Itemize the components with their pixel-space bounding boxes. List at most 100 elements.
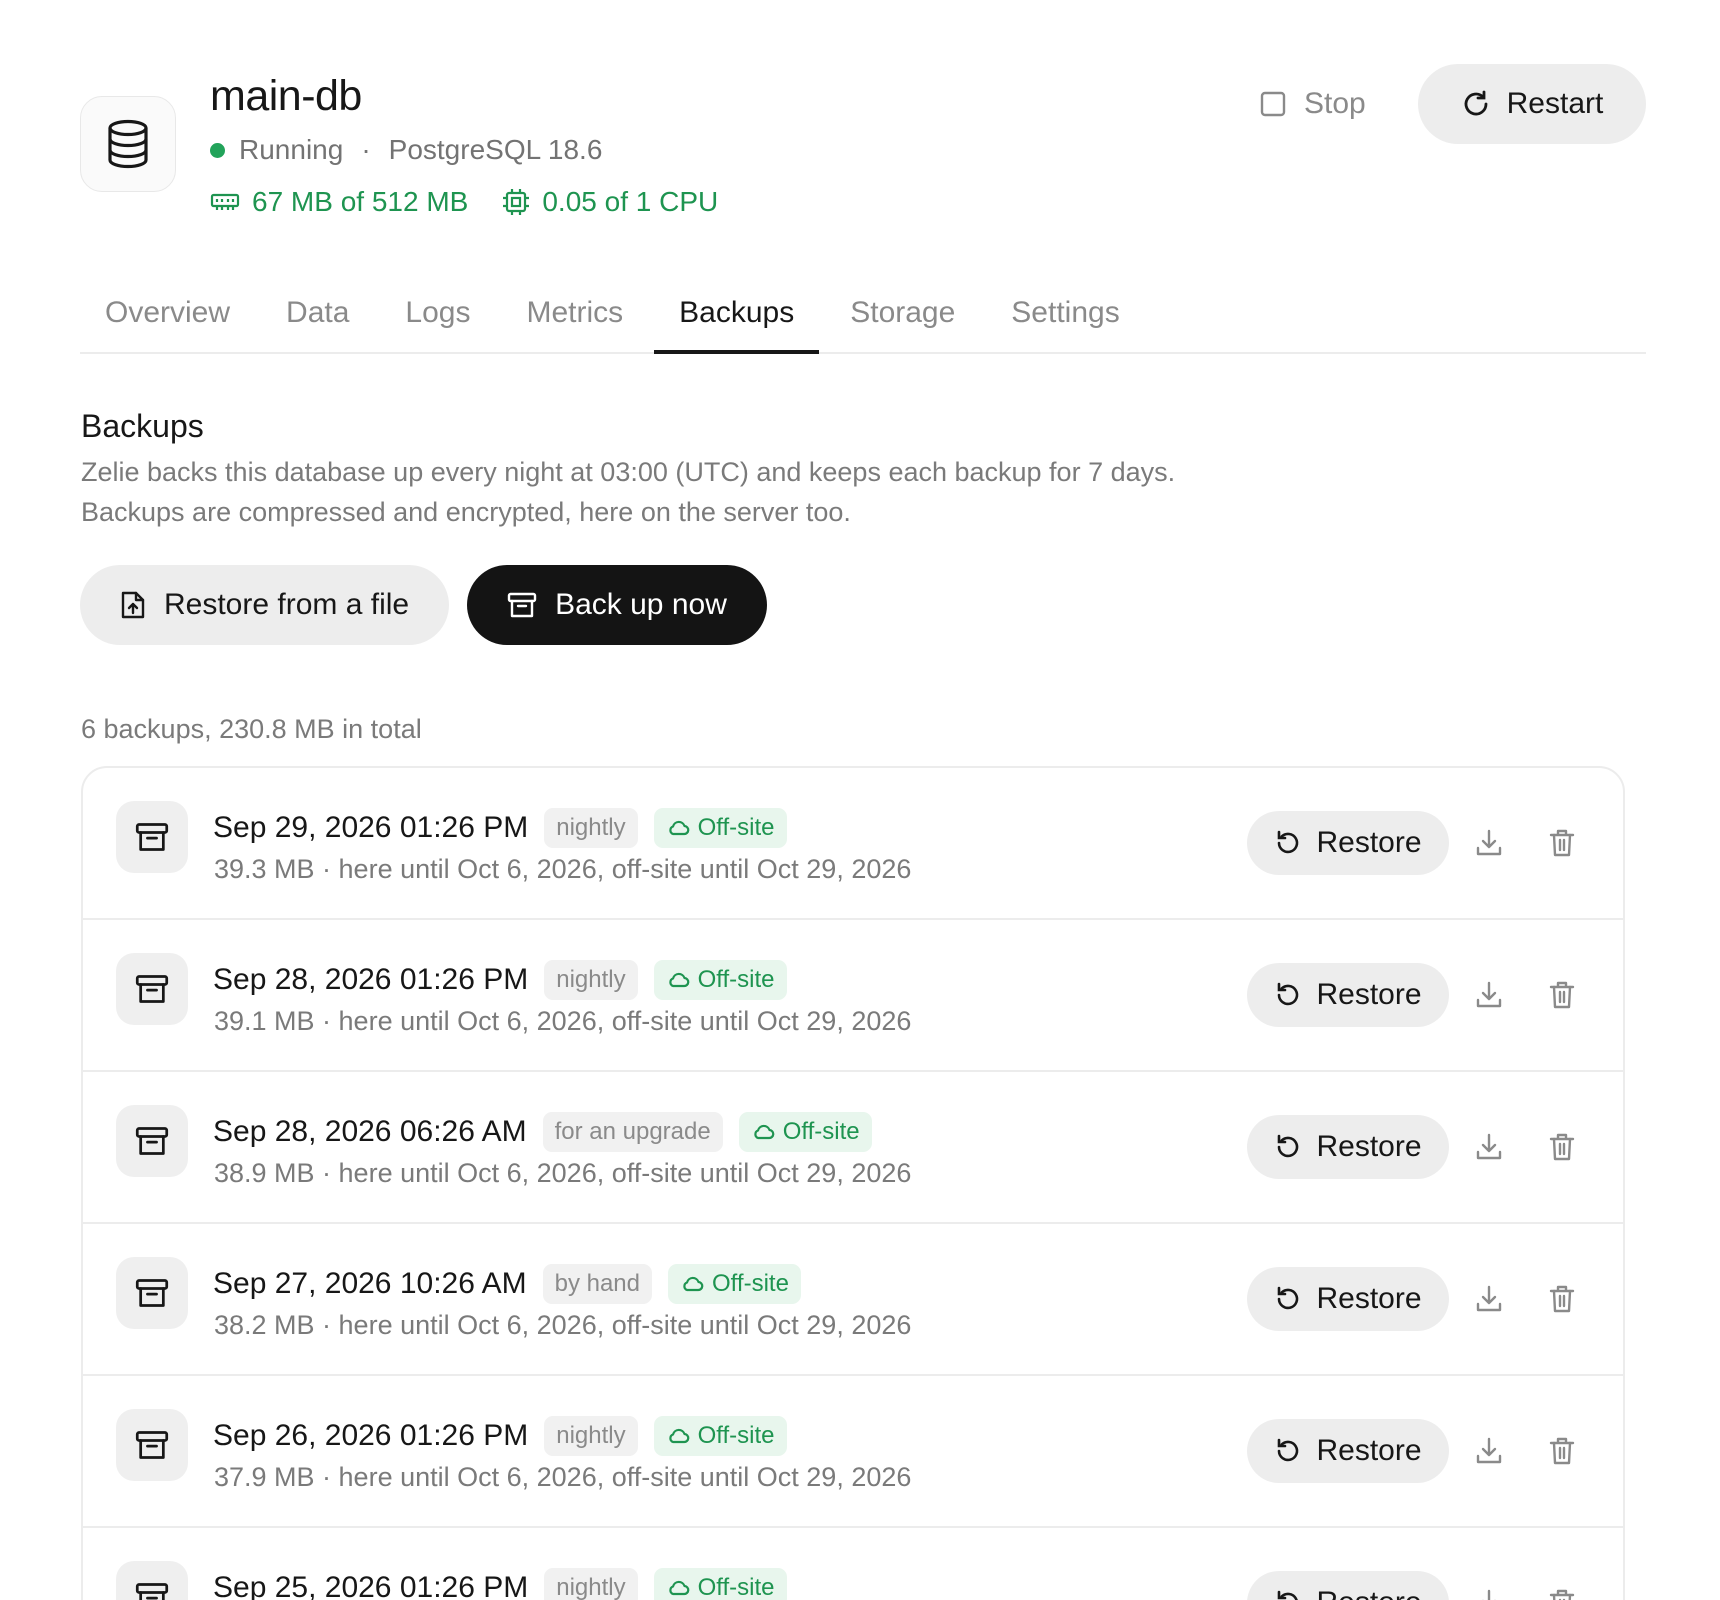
backup-row: Sep 28, 2026 06:26 AM for an upgrade Off… xyxy=(83,1072,1623,1224)
archive-box-icon xyxy=(116,1409,188,1481)
backup-timestamp: Sep 27, 2026 10:26 AM xyxy=(213,1267,527,1300)
download-icon xyxy=(1474,1588,1504,1600)
stop-square-icon xyxy=(1260,91,1286,117)
backup-row: Sep 28, 2026 01:26 PM nightly Off-site 3… xyxy=(83,920,1623,1072)
backup-row: Sep 29, 2026 01:26 PM nightly Off-site 3… xyxy=(83,768,1623,920)
download-icon xyxy=(1474,1284,1504,1317)
undo-icon xyxy=(1274,1133,1302,1161)
archive-box-icon xyxy=(116,801,188,873)
offsite-badge: Off-site xyxy=(653,1416,787,1456)
restore-label: Restore xyxy=(1316,1130,1422,1163)
tab-storage[interactable]: Storage xyxy=(825,282,980,352)
backup-kind-badge: for an upgrade xyxy=(542,1112,723,1152)
download-button[interactable] xyxy=(1465,1428,1513,1476)
archive-box-icon xyxy=(116,1561,188,1600)
trash-icon xyxy=(1548,1284,1576,1317)
backup-list: Sep 29, 2026 01:26 PM nightly Off-site 3… xyxy=(81,766,1625,1600)
backup-details: 38.9 MB · here until Oct 6, 2026, off-si… xyxy=(214,1158,912,1188)
backup-row: Sep 27, 2026 10:26 AM by hand Off-site 3… xyxy=(83,1224,1623,1376)
cloud-icon xyxy=(680,1275,704,1293)
undo-icon xyxy=(1274,981,1302,1009)
restore-button[interactable]: Restore xyxy=(1247,811,1449,875)
restore-button[interactable]: Restore xyxy=(1247,1571,1449,1600)
tab-overview[interactable]: Overview xyxy=(80,282,255,352)
backup-kind-badge: nightly xyxy=(544,808,638,848)
engine-version: PostgreSQL 18.6 xyxy=(388,134,603,165)
offsite-label: Off-site xyxy=(697,1574,775,1600)
offsite-label: Off-site xyxy=(697,814,775,841)
memory-usage: 67 MB of 512 MB xyxy=(252,186,469,217)
restore-button[interactable]: Restore xyxy=(1247,963,1449,1027)
backup-kind-badge: nightly xyxy=(544,1568,638,1600)
download-icon xyxy=(1474,980,1504,1013)
download-button[interactable] xyxy=(1465,1276,1513,1324)
delete-button[interactable] xyxy=(1538,1428,1586,1476)
download-button[interactable] xyxy=(1465,1124,1513,1172)
undo-icon xyxy=(1274,1589,1302,1600)
restore-button[interactable]: Restore xyxy=(1247,1115,1449,1179)
resource-usage: 67 MB of 512 MB 0.05 of 1 CPU xyxy=(210,186,718,218)
restore-label: Restore xyxy=(1316,1586,1421,1600)
memory-chip-icon xyxy=(210,191,240,213)
tab-data[interactable]: Data xyxy=(261,282,374,352)
restore-button[interactable]: Restore xyxy=(1247,1267,1449,1331)
delete-button[interactable] xyxy=(1538,1276,1586,1324)
backups-summary: 6 backups, 230.8 MB in total xyxy=(81,714,422,744)
delete-button[interactable] xyxy=(1538,1580,1586,1600)
backup-timestamp: Sep 26, 2026 01:26 PM xyxy=(213,1419,529,1452)
delete-button[interactable] xyxy=(1538,820,1586,868)
archive-box-icon xyxy=(116,953,188,1025)
restore-button[interactable]: Restore xyxy=(1247,1419,1449,1483)
backup-details: 39.3 MB · here until Oct 6, 2026, off-si… xyxy=(214,854,912,884)
backup-timestamp: Sep 29, 2026 01:26 PM xyxy=(213,811,529,844)
delete-button[interactable] xyxy=(1538,1124,1586,1172)
back-up-now-label: Back up now xyxy=(555,588,727,621)
backup-timestamp: Sep 28, 2026 06:26 AM xyxy=(213,1115,527,1148)
download-button[interactable] xyxy=(1465,1580,1513,1600)
restore-from-file-button[interactable]: Restore from a file xyxy=(80,565,450,645)
delete-button[interactable] xyxy=(1538,972,1586,1020)
undo-icon xyxy=(1274,1285,1302,1313)
tab-logs[interactable]: Logs xyxy=(380,282,495,352)
backup-row: Sep 25, 2026 01:26 PM nightly Off-site R… xyxy=(83,1528,1623,1600)
trash-icon xyxy=(1548,1132,1576,1165)
archive-box-icon xyxy=(116,1105,188,1177)
archive-box-icon xyxy=(116,1257,188,1329)
restore-label: Restore xyxy=(1316,1434,1422,1467)
trash-icon xyxy=(1548,828,1576,861)
trash-icon xyxy=(1548,980,1576,1013)
restart-button[interactable]: Restart xyxy=(1418,64,1646,144)
backup-timestamp: Sep 28, 2026 01:26 PM xyxy=(213,963,529,996)
offsite-badge: Off-site xyxy=(653,808,787,848)
cloud-icon xyxy=(751,1123,775,1141)
tab-metrics[interactable]: Metrics xyxy=(501,282,648,352)
download-icon xyxy=(1474,828,1504,861)
restore-label: Restore xyxy=(1316,978,1422,1011)
refresh-icon xyxy=(1461,89,1491,119)
backup-heading: Sep 25, 2026 01:26 PM nightly Off-site xyxy=(213,1568,787,1600)
cloud-icon xyxy=(666,819,690,837)
offsite-badge: Off-site xyxy=(653,960,787,1000)
download-icon xyxy=(1474,1132,1504,1165)
trash-icon xyxy=(1548,1436,1576,1469)
offsite-badge: Off-site xyxy=(668,1264,801,1304)
trash-icon xyxy=(1548,1588,1576,1600)
download-button[interactable] xyxy=(1465,820,1513,868)
tab-bar: Overview Data Logs Metrics Backups Stora… xyxy=(80,282,1646,354)
backup-timestamp: Sep 25, 2026 01:26 PM xyxy=(213,1571,529,1600)
section-description: Zelie backs this database up every night… xyxy=(81,457,1176,527)
cloud-icon xyxy=(666,1427,690,1445)
backup-kind-badge: nightly xyxy=(544,1416,638,1456)
download-icon xyxy=(1474,1436,1504,1469)
tab-settings[interactable]: Settings xyxy=(986,282,1144,352)
status-text: Running xyxy=(239,134,344,165)
stop-button[interactable]: Stop xyxy=(1240,64,1386,144)
back-up-now-button[interactable]: Back up now xyxy=(467,565,767,645)
restore-from-file-label: Restore from a file xyxy=(164,588,410,621)
archive-box-icon xyxy=(507,591,537,619)
backup-heading: Sep 28, 2026 06:26 AM for an upgrade Off… xyxy=(213,1112,872,1152)
download-button[interactable] xyxy=(1465,972,1513,1020)
tab-backups[interactable]: Backups xyxy=(654,282,820,354)
section-title: Backups xyxy=(81,408,204,444)
status-separator: · xyxy=(361,134,371,165)
